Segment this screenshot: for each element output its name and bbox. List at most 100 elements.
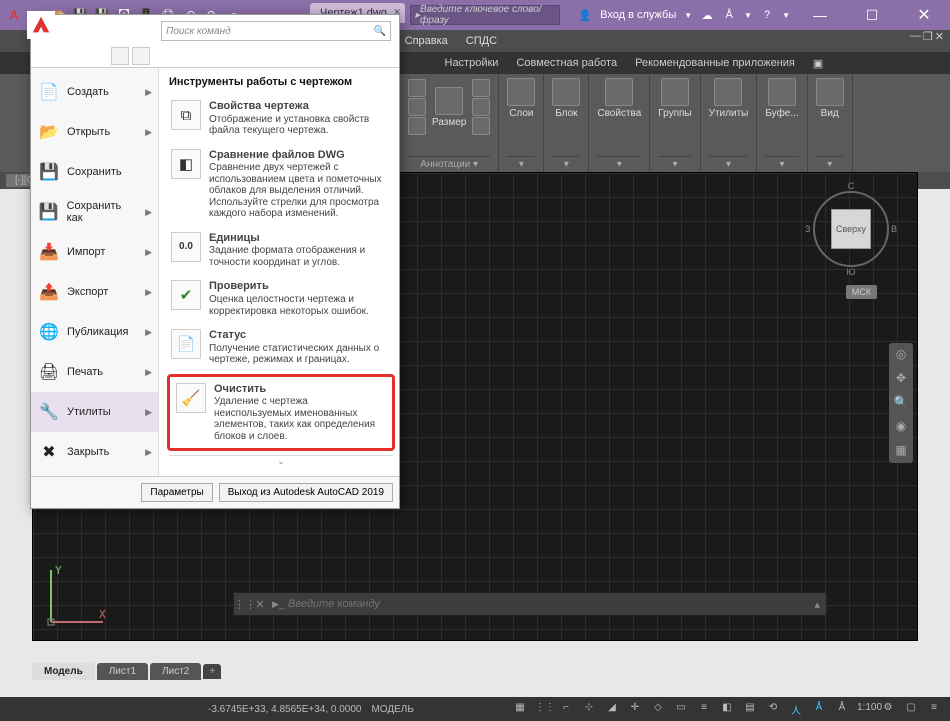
cloud-icon[interactable]: ☁: [700, 8, 714, 22]
minimize-button[interactable]: —: [798, 0, 842, 30]
nav-zoom-icon[interactable]: 🔍: [893, 395, 909, 411]
block-button[interactable]: Блок: [552, 78, 580, 119]
close-button[interactable]: ✕: [902, 0, 946, 30]
sb-iso-icon[interactable]: ◢: [604, 702, 620, 717]
nav-show-icon[interactable]: ▦: [893, 443, 909, 459]
app-logo-badge[interactable]: [27, 11, 55, 39]
panel-groups-drop[interactable]: ▾: [658, 156, 691, 170]
viewcube[interactable]: Сверху С Ю З В: [813, 191, 889, 267]
mdi-min[interactable]: —: [910, 30, 921, 43]
cmd-menu-icon[interactable]: ▴: [808, 598, 826, 611]
sb-dyn-icon[interactable]: ▭: [673, 702, 689, 717]
panel-clip-drop[interactable]: ▾: [765, 156, 798, 170]
signin-link[interactable]: Вход в службы: [600, 9, 676, 21]
sb-max-icon[interactable]: ▢: [903, 702, 919, 717]
appmenu-view-recent-icon[interactable]: [111, 47, 129, 65]
sb-polar-icon[interactable]: ⊹: [581, 702, 597, 717]
ann-icon2[interactable]: [408, 98, 426, 116]
rtab-extra[interactable]: ▣: [805, 54, 831, 73]
groups-button[interactable]: Группы: [658, 78, 691, 119]
tool-drawing-props[interactable]: ⧉Свойства чертежаОтображение и установка…: [169, 94, 393, 143]
sb-ortho-icon[interactable]: ⌐: [558, 702, 574, 717]
tool-purge[interactable]: 🧹ОчиститьУдаление с чертежа неиспользуем…: [167, 374, 395, 452]
appmenu-close[interactable]: ✖Закрыть▶: [31, 432, 158, 472]
tab-sheet1[interactable]: Лист1: [97, 663, 148, 680]
help-arrow-icon[interactable]: ▼: [782, 11, 790, 20]
mdi-max[interactable]: ❐: [923, 30, 933, 43]
props-button[interactable]: Свойства: [597, 78, 641, 119]
sb-trsp-icon[interactable]: ◧: [719, 702, 735, 717]
appmenu-view-open-icon[interactable]: [132, 47, 150, 65]
appmenu-open[interactable]: 📂Открыть▶: [31, 112, 158, 152]
sb-cycle-icon[interactable]: ⟲: [765, 702, 781, 717]
mdi-close[interactable]: ✕: [935, 30, 944, 43]
tool-units[interactable]: 0.0ЕдиницыЗадание формата отображения и …: [169, 226, 393, 275]
appmenu-import[interactable]: 📥Импорт▶: [31, 232, 158, 272]
tab-sheet2[interactable]: Лист2: [150, 663, 201, 680]
utils-button[interactable]: Утилиты: [709, 78, 749, 119]
autodesk-arrow-icon[interactable]: ▼: [744, 11, 752, 20]
view-button[interactable]: Вид: [816, 78, 844, 119]
appmenu-new[interactable]: 📄Создать▶: [31, 72, 158, 112]
sb-grid-icon[interactable]: ▦: [512, 702, 528, 717]
maximize-button[interactable]: ☐: [850, 0, 894, 30]
ann-icon6[interactable]: [472, 117, 490, 135]
appmenu-saveas[interactable]: 💾Сохранить как▶: [31, 192, 158, 232]
panel-block-drop[interactable]: ▾: [552, 156, 580, 170]
appmenu-utilities[interactable]: 🔧Утилиты▶: [31, 392, 158, 432]
sb-gear-icon[interactable]: ⚙: [880, 702, 896, 717]
app-logo[interactable]: A: [6, 7, 22, 23]
layers-button[interactable]: Слои: [507, 78, 535, 119]
nav-orbit-icon[interactable]: ◉: [893, 419, 909, 435]
rtab-rec-apps[interactable]: Рекомендованные приложения: [627, 54, 803, 72]
appmenu-search[interactable]: Поиск команд 🔍: [161, 21, 391, 41]
sb-person-icon[interactable]: 人: [788, 702, 804, 717]
exit-button[interactable]: Выход из Autodesk AutoCAD 2019: [219, 483, 393, 502]
sb-lwt-icon[interactable]: ≡: [696, 702, 712, 717]
sb-scale[interactable]: 1:100: [857, 702, 873, 717]
command-line[interactable]: ⋮⋮ ✕ ▶_ ▴: [233, 592, 827, 616]
user-icon[interactable]: 👤: [578, 8, 592, 22]
status-model[interactable]: МОДЕЛЬ: [371, 704, 413, 715]
tool-status[interactable]: 📄СтатусПолучение статистических данных о…: [169, 323, 393, 372]
sb-annscale-icon[interactable]: Å: [834, 702, 850, 717]
nav-wheel-icon[interactable]: ◎: [893, 347, 909, 363]
signin-arrow-icon[interactable]: ▼: [684, 11, 692, 20]
panel-layers-drop[interactable]: ▾: [507, 156, 535, 170]
rtab-collab[interactable]: Совместная работа: [508, 54, 625, 72]
appmenu-save[interactable]: 💾Сохранить: [31, 152, 158, 192]
menu-help[interactable]: Справка: [400, 33, 453, 49]
appmenu-scroll-down[interactable]: ⌄: [169, 455, 393, 467]
appmenu-export[interactable]: 📤Экспорт▶: [31, 272, 158, 312]
sb-custom-icon[interactable]: ≡: [926, 702, 942, 717]
dimension-button[interactable]: Размер: [432, 87, 466, 128]
ann-icon4[interactable]: [472, 79, 490, 97]
sb-3dosnap-icon[interactable]: ◇: [650, 702, 666, 717]
cmd-chevron-icon[interactable]: ▶_: [270, 599, 286, 610]
tab-model[interactable]: Модель: [32, 663, 95, 680]
tab-add[interactable]: +: [203, 664, 221, 679]
menu-spds[interactable]: СПДС: [461, 33, 502, 49]
ann-icon5[interactable]: [472, 98, 490, 116]
sb-ann-icon[interactable]: Å: [811, 702, 827, 717]
global-search[interactable]: ▸ Введите ключевое слово/фразу: [410, 5, 560, 25]
rtab-settings[interactable]: Настройки: [437, 54, 507, 72]
clip-button[interactable]: Буфе...: [765, 78, 798, 119]
autodesk-icon[interactable]: Å: [722, 8, 736, 22]
panel-view-drop[interactable]: ▾: [816, 156, 844, 170]
viewcube-face[interactable]: Сверху: [831, 209, 871, 249]
cmd-handle-icon[interactable]: ⋮⋮: [234, 598, 250, 611]
nav-pan-icon[interactable]: ✥: [893, 371, 909, 387]
help-icon[interactable]: ?: [760, 8, 774, 22]
panel-utils-drop[interactable]: ▾: [709, 156, 749, 170]
command-input[interactable]: [286, 597, 808, 611]
appmenu-print[interactable]: 🖨Печать▶: [31, 352, 158, 392]
ann-icon3[interactable]: [408, 117, 426, 135]
tool-dwg-compare[interactable]: ◧Сравнение файлов DWGСравнение двух черт…: [169, 143, 393, 226]
cmd-close-icon[interactable]: ✕: [250, 598, 270, 611]
appmenu-publish[interactable]: 🌐Публикация▶: [31, 312, 158, 352]
sb-osnap-icon[interactable]: ✛: [627, 702, 643, 717]
ucs-badge[interactable]: МСК: [846, 285, 877, 299]
options-button[interactable]: Параметры: [141, 483, 212, 502]
sb-snap-icon[interactable]: ⋮⋮: [535, 702, 551, 717]
